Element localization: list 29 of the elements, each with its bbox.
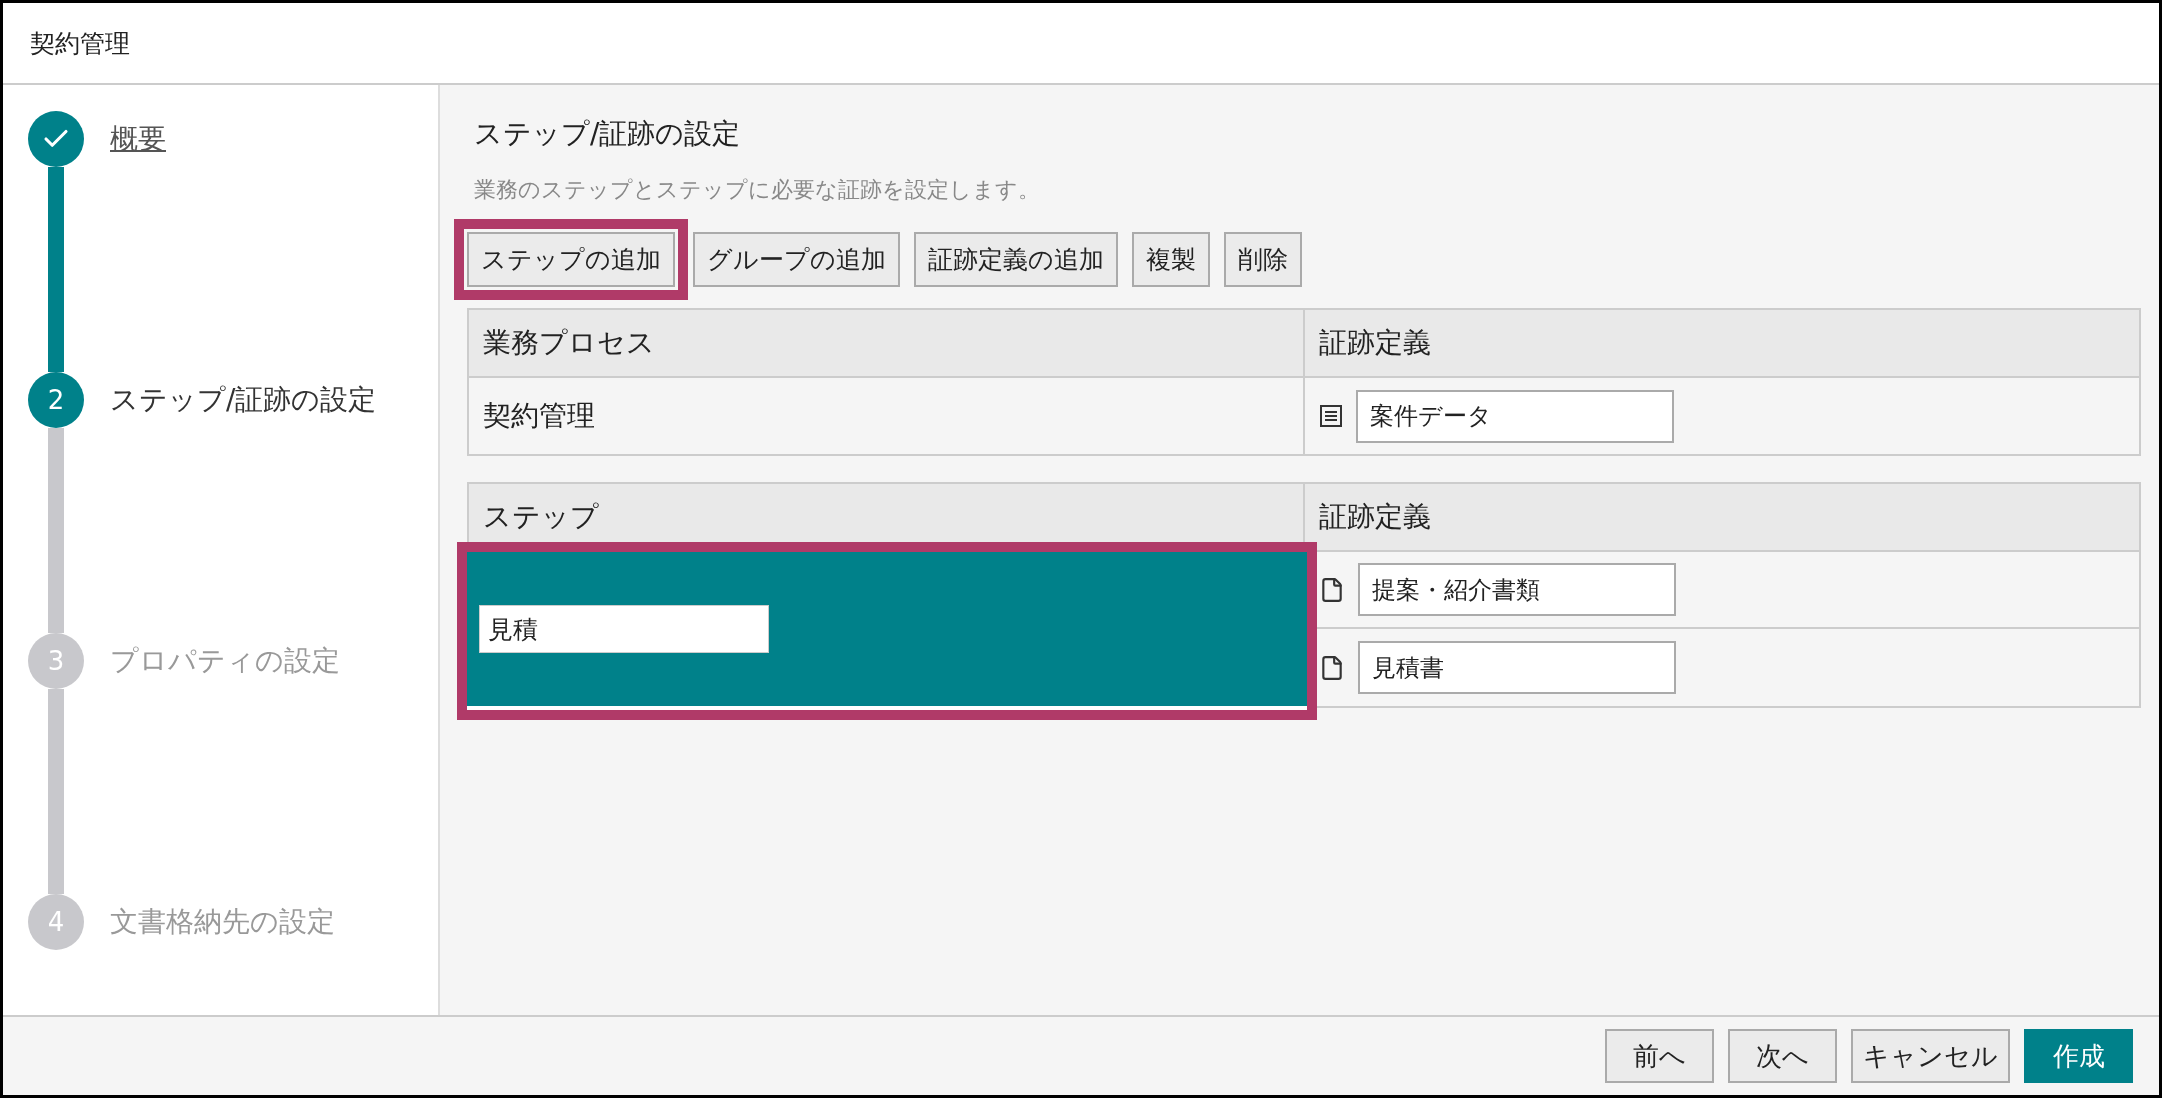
list-icon xyxy=(1319,404,1343,428)
toolbar-button[interactable]: ステップの追加 xyxy=(467,232,675,287)
toolbar-button[interactable]: 削除 xyxy=(1224,232,1302,287)
step-cell[interactable]: 見積 xyxy=(467,552,1307,710)
footer-button[interactable]: 次へ xyxy=(1728,1029,1837,1083)
step-indicator: 2 xyxy=(28,372,84,428)
step-label: ステップ/証跡の設定 xyxy=(110,382,377,418)
column-header: 業務プロセス xyxy=(469,310,1305,378)
step-label: 文書格納先の設定 xyxy=(110,904,335,940)
primary-button[interactable]: 作成 xyxy=(2024,1029,2133,1083)
document-icon xyxy=(1319,576,1345,603)
column-header: 証跡定義 xyxy=(1305,484,2139,552)
toolbar-button[interactable]: 証跡定義の追加 xyxy=(914,232,1118,287)
evidence-field[interactable]: 見積書 xyxy=(1358,641,1676,694)
step-label: プロパティの設定 xyxy=(110,643,340,679)
document-icon xyxy=(1319,654,1345,681)
toolbar-button[interactable]: グループの追加 xyxy=(693,232,900,287)
step-name-field[interactable]: 見積 xyxy=(479,605,769,653)
section-description: 業務のステップとステップに必要な証跡を設定します。 xyxy=(474,176,1041,204)
column-header: 証跡定義 xyxy=(1305,310,2139,378)
toolbar-button[interactable]: 複製 xyxy=(1132,232,1210,287)
evidence-field[interactable]: 提案・紹介書類 xyxy=(1358,563,1676,616)
step-link[interactable]: 概要 xyxy=(110,120,166,158)
window-title: 契約管理 xyxy=(30,27,130,60)
section-heading: ステップ/証跡の設定 xyxy=(474,116,742,152)
footer-button[interactable]: キャンセル xyxy=(1851,1029,2010,1083)
table-cell: 契約管理 xyxy=(469,378,1305,454)
footer-button[interactable]: 前へ xyxy=(1605,1029,1714,1083)
evidence-field[interactable]: 案件データ xyxy=(1356,389,1674,443)
